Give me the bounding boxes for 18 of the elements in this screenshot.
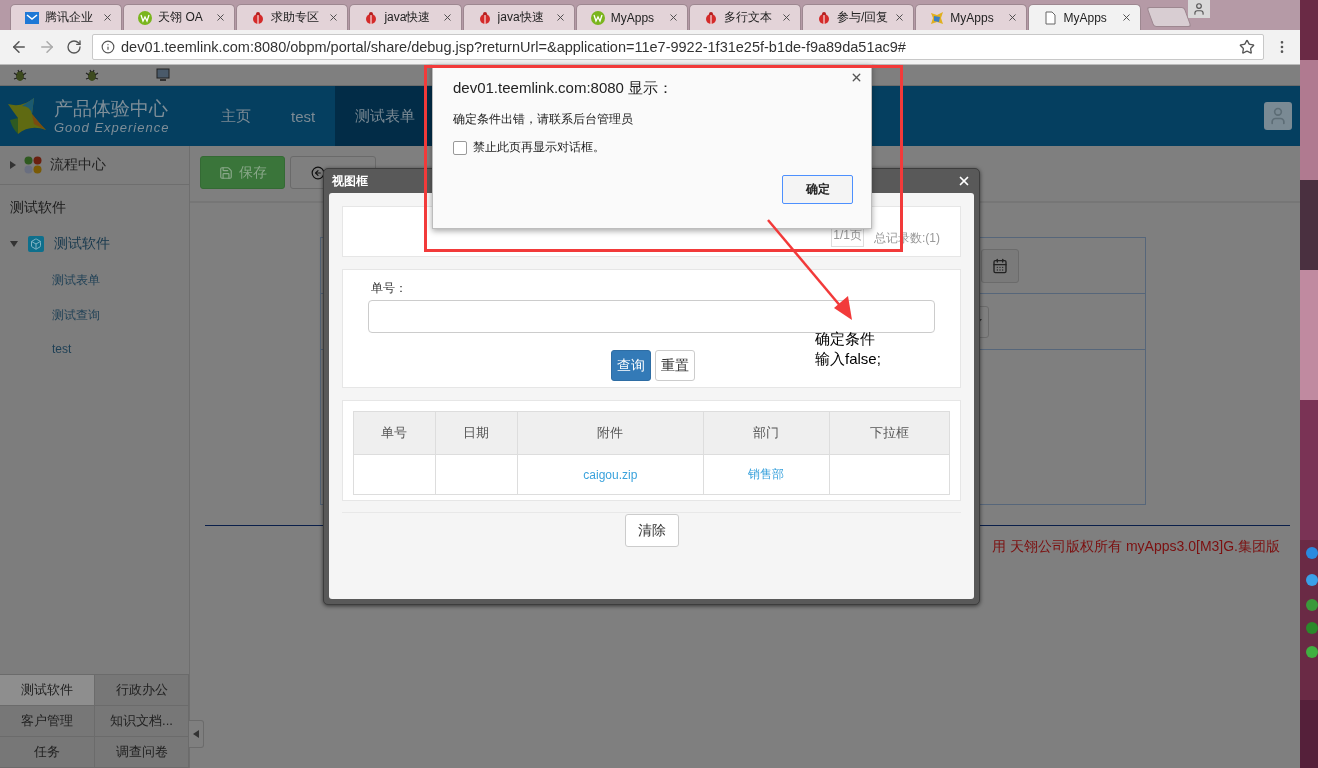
logo-title: 产品体验中心 bbox=[54, 97, 169, 120]
annotation-text: 确定条件 bbox=[815, 329, 876, 349]
column-header: 下拉框 bbox=[829, 411, 950, 455]
copyright-text: 用 天翎公司版权所有 myApps3.0[M3]G.集团版 bbox=[991, 538, 1281, 556]
column-header: 附件 bbox=[517, 411, 704, 455]
alert-title: dev01.teemlink.com:8080 显示： bbox=[453, 79, 675, 98]
column-header: 单号 bbox=[353, 411, 436, 455]
column-header: 日期 bbox=[435, 411, 518, 455]
logo-subtitle: Good Experience bbox=[54, 119, 170, 135]
tree-item-label: 测试软件 bbox=[54, 235, 110, 253]
section-title: 测试软件 bbox=[9, 198, 67, 217]
column-header: 部门 bbox=[703, 411, 829, 455]
checkbox-label: 禁止此页再显示对话框。 bbox=[473, 139, 605, 156]
field-label: 单号： bbox=[370, 280, 408, 297]
annotation-text: 输入false; bbox=[815, 349, 881, 369]
alert-message: 确定条件出错，请联系后台管理员 bbox=[453, 112, 634, 127]
dialog-title: 视图框 bbox=[332, 172, 368, 190]
sidebar-group-label: 流程中心 bbox=[50, 156, 106, 174]
